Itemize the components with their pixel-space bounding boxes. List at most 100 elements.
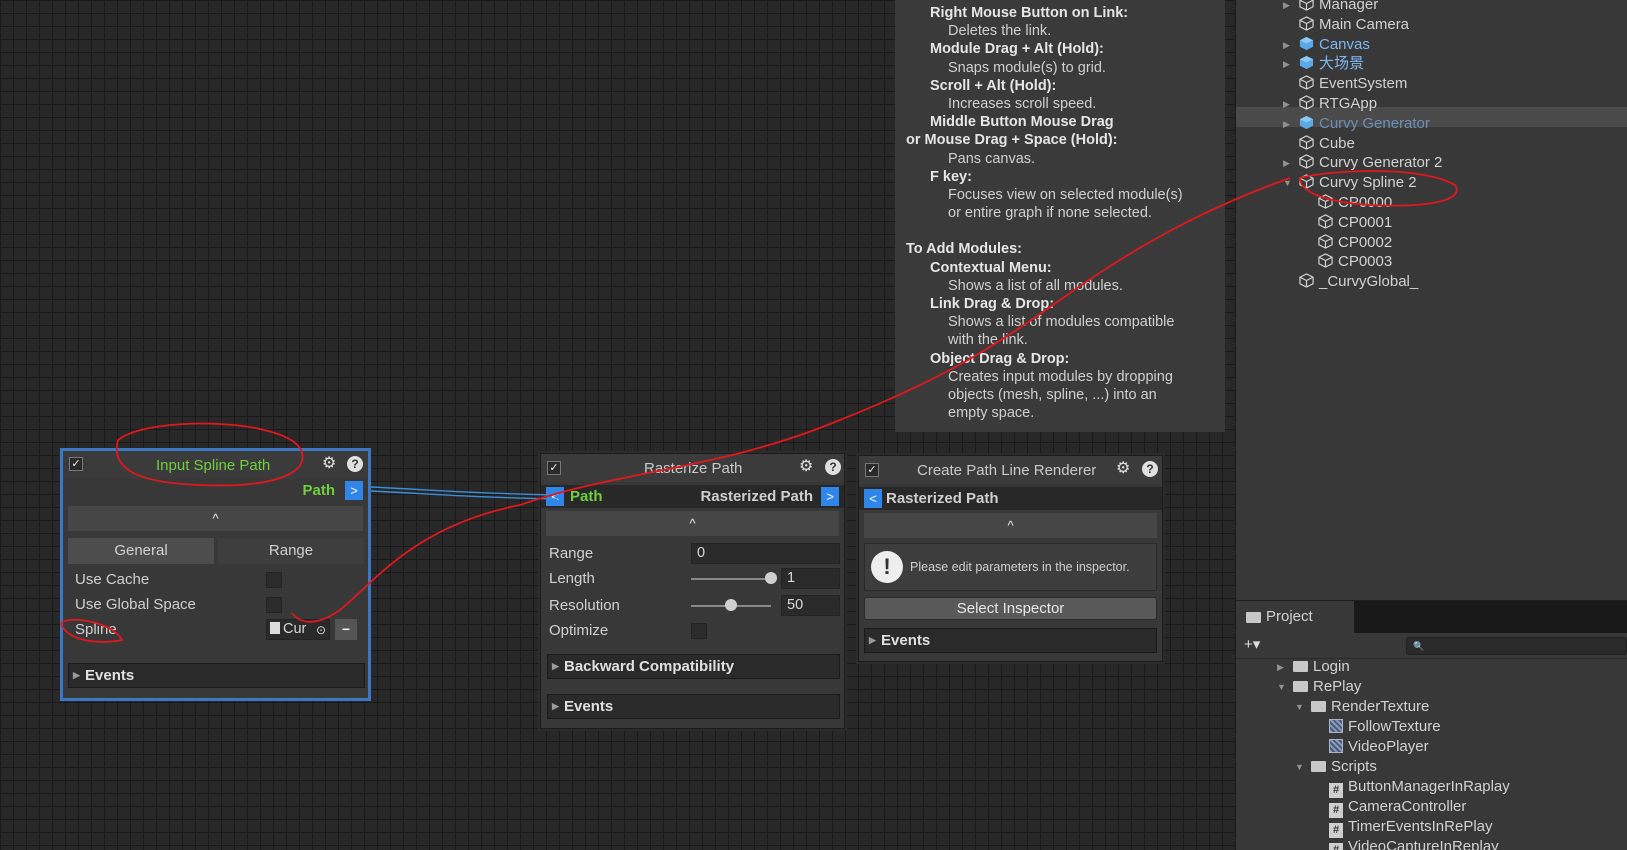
help-line: Module Drag + Alt (Hold):: [930, 41, 1104, 58]
node-header[interactable]: ✓ Create Path Line Renderer ⚙ ?: [859, 456, 1162, 484]
hierarchy-item[interactable]: Canvas: [1299, 35, 1370, 55]
expand-arrow-icon[interactable]: ▶: [1283, 114, 1290, 134]
project-item[interactable]: # TimerEventsInRePlay: [1329, 817, 1493, 838]
node-title: Rasterize Path: [644, 460, 743, 477]
help-line: To Add Modules:: [906, 241, 1022, 258]
resolution-field[interactable]: 50: [781, 595, 840, 616]
project-item-label: Scripts: [1331, 758, 1377, 775]
expand-arrow-icon[interactable]: ▶: [1283, 0, 1290, 15]
collapse-button[interactable]: ^: [68, 506, 363, 531]
prefab-icon: [1299, 115, 1319, 132]
project-item[interactable]: # CameraController: [1329, 797, 1466, 818]
hierarchy-item[interactable]: CP0003: [1318, 252, 1392, 272]
expand-arrow-icon[interactable]: ▼: [1295, 697, 1304, 717]
expand-arrow-icon[interactable]: ▶: [1283, 153, 1290, 173]
project-item-label: VideoPlayer: [1348, 738, 1429, 755]
gameobject-icon: [1299, 154, 1319, 171]
collapse-button[interactable]: ^: [546, 511, 839, 536]
search-icon: 🔍: [1413, 641, 1425, 651]
expand-arrow-icon[interactable]: ▶: [1283, 54, 1290, 74]
enable-checkbox[interactable]: ✓: [547, 461, 561, 475]
graph-canvas[interactable]: Right Mouse Button on Link: Deletes the l…: [0, 0, 1236, 850]
spline-value: Cur: [283, 621, 307, 637]
events-foldout[interactable]: Events: [68, 663, 365, 688]
hierarchy-item[interactable]: Curvy Generator 2: [1299, 153, 1442, 173]
project-item[interactable]: FollowTexture: [1329, 717, 1441, 737]
hierarchy-item-label: Curvy Generator: [1319, 114, 1430, 132]
use-cache-checkbox[interactable]: [266, 572, 282, 588]
select-inspector-button[interactable]: Select Inspector: [864, 597, 1157, 620]
help-icon[interactable]: ?: [1142, 461, 1158, 477]
gear-icon[interactable]: ⚙: [799, 459, 813, 475]
gear-icon[interactable]: ⚙: [1116, 461, 1130, 477]
expand-arrow-icon[interactable]: ▼: [1277, 677, 1286, 697]
expand-arrow-icon[interactable]: ▼: [1283, 173, 1292, 193]
hierarchy-panel[interactable]: ▶ Manager Main Camera ▶ Canvas ▶ 大场景 EventSyste…: [1236, 0, 1627, 600]
hierarchy-item[interactable]: 大场景: [1299, 54, 1364, 74]
enable-checkbox[interactable]: ✓: [69, 457, 83, 471]
hierarchy-item[interactable]: CP0001: [1318, 213, 1392, 233]
spline-object-field[interactable]: Cur ⊙: [266, 619, 330, 640]
input-port-rasterized-path[interactable]: <: [864, 489, 882, 508]
object-picker-icon[interactable]: ⊙: [316, 621, 326, 640]
events-foldout[interactable]: Events: [864, 628, 1157, 653]
length-field[interactable]: 1: [781, 568, 840, 589]
project-search-input[interactable]: 🔍: [1406, 637, 1627, 655]
tab-general[interactable]: General: [68, 538, 214, 564]
hierarchy-item[interactable]: Curvy Spline 2: [1299, 173, 1417, 193]
gameobject-icon: [1299, 134, 1319, 152]
length-slider-track[interactable]: [691, 578, 771, 580]
help-line: Scroll + Alt (Hold):: [930, 77, 1057, 94]
project-item[interactable]: # ButtonManagerInRaplay: [1329, 777, 1510, 798]
node-header[interactable]: ✓ Rasterize Path ⚙ ?: [541, 454, 844, 482]
hierarchy-item[interactable]: Curvy Generator: [1299, 114, 1430, 134]
hierarchy-item[interactable]: Manager: [1299, 0, 1378, 15]
tab-project[interactable]: Project: [1236, 601, 1354, 633]
help-line: Creates input modules by dropping: [948, 368, 1173, 385]
project-item-label: Login: [1313, 658, 1350, 675]
events-foldout[interactable]: Events: [547, 694, 840, 719]
node-header[interactable]: ✓ Input Spline Path ⚙ ?: [63, 451, 368, 479]
tab-range[interactable]: Range: [218, 538, 364, 564]
project-panel[interactable]: Project +▾ 🔍 ▶ Login ▼ RePlay ▼ RenderTexture…: [1236, 600, 1627, 850]
project-item[interactable]: RenderTexture: [1311, 697, 1429, 717]
use-global-space-checkbox[interactable]: [266, 597, 282, 613]
expand-arrow-icon[interactable]: ▶: [1283, 94, 1290, 114]
hierarchy-item[interactable]: Cube: [1299, 134, 1355, 154]
project-item[interactable]: # VideoCaptureInReplay: [1329, 837, 1499, 850]
help-icon[interactable]: ?: [347, 456, 363, 472]
hierarchy-item[interactable]: EventSystem: [1299, 74, 1407, 94]
length-slider-knob[interactable]: [765, 572, 777, 584]
output-port-rasterized-path[interactable]: >: [821, 487, 839, 506]
backward-compatibility-foldout[interactable]: Backward Compatibility: [547, 654, 840, 679]
expand-arrow-icon[interactable]: ▶: [1277, 657, 1284, 677]
project-item[interactable]: VideoPlayer: [1329, 737, 1429, 757]
resolution-slider-knob[interactable]: [725, 599, 737, 611]
gear-icon[interactable]: ⚙: [322, 456, 336, 472]
hierarchy-item[interactable]: CP0002: [1318, 233, 1392, 253]
range-field[interactable]: 0: [691, 543, 840, 564]
help-icon[interactable]: ?: [825, 459, 841, 475]
expand-arrow-icon[interactable]: ▼: [1295, 757, 1304, 777]
hierarchy-item[interactable]: _CurvyGlobal_: [1299, 272, 1418, 292]
folder-icon: [1311, 701, 1326, 712]
output-port-label: Path: [302, 482, 335, 499]
expand-arrow-icon[interactable]: ▶: [1283, 35, 1290, 55]
project-item[interactable]: RePlay: [1293, 677, 1361, 697]
project-item[interactable]: Login: [1293, 657, 1350, 677]
remove-spline-button[interactable]: −: [335, 619, 357, 640]
collapse-button[interactable]: ^: [864, 513, 1157, 538]
node-input-spline-path[interactable]: ✓ Input Spline Path ⚙ ? Path > ^ General…: [60, 448, 371, 701]
enable-checkbox[interactable]: ✓: [865, 463, 879, 477]
hierarchy-item[interactable]: RTGApp: [1299, 94, 1377, 114]
hierarchy-item[interactable]: Main Camera: [1299, 15, 1409, 35]
hierarchy-item[interactable]: CP0000: [1318, 193, 1392, 213]
add-asset-button[interactable]: +▾: [1244, 635, 1260, 653]
node-create-path-line-renderer[interactable]: ✓ Create Path Line Renderer ⚙ ? < Raster…: [858, 455, 1163, 662]
input-port-path[interactable]: <: [546, 487, 564, 506]
node-rasterize-path[interactable]: ✓ Rasterize Path ⚙ ? < Path Rasterized P…: [540, 453, 845, 729]
help-line: Shows a list of modules compatible: [948, 314, 1175, 331]
output-port-path[interactable]: >: [345, 481, 363, 500]
optimize-checkbox[interactable]: [691, 623, 707, 639]
project-item[interactable]: Scripts: [1311, 757, 1377, 777]
